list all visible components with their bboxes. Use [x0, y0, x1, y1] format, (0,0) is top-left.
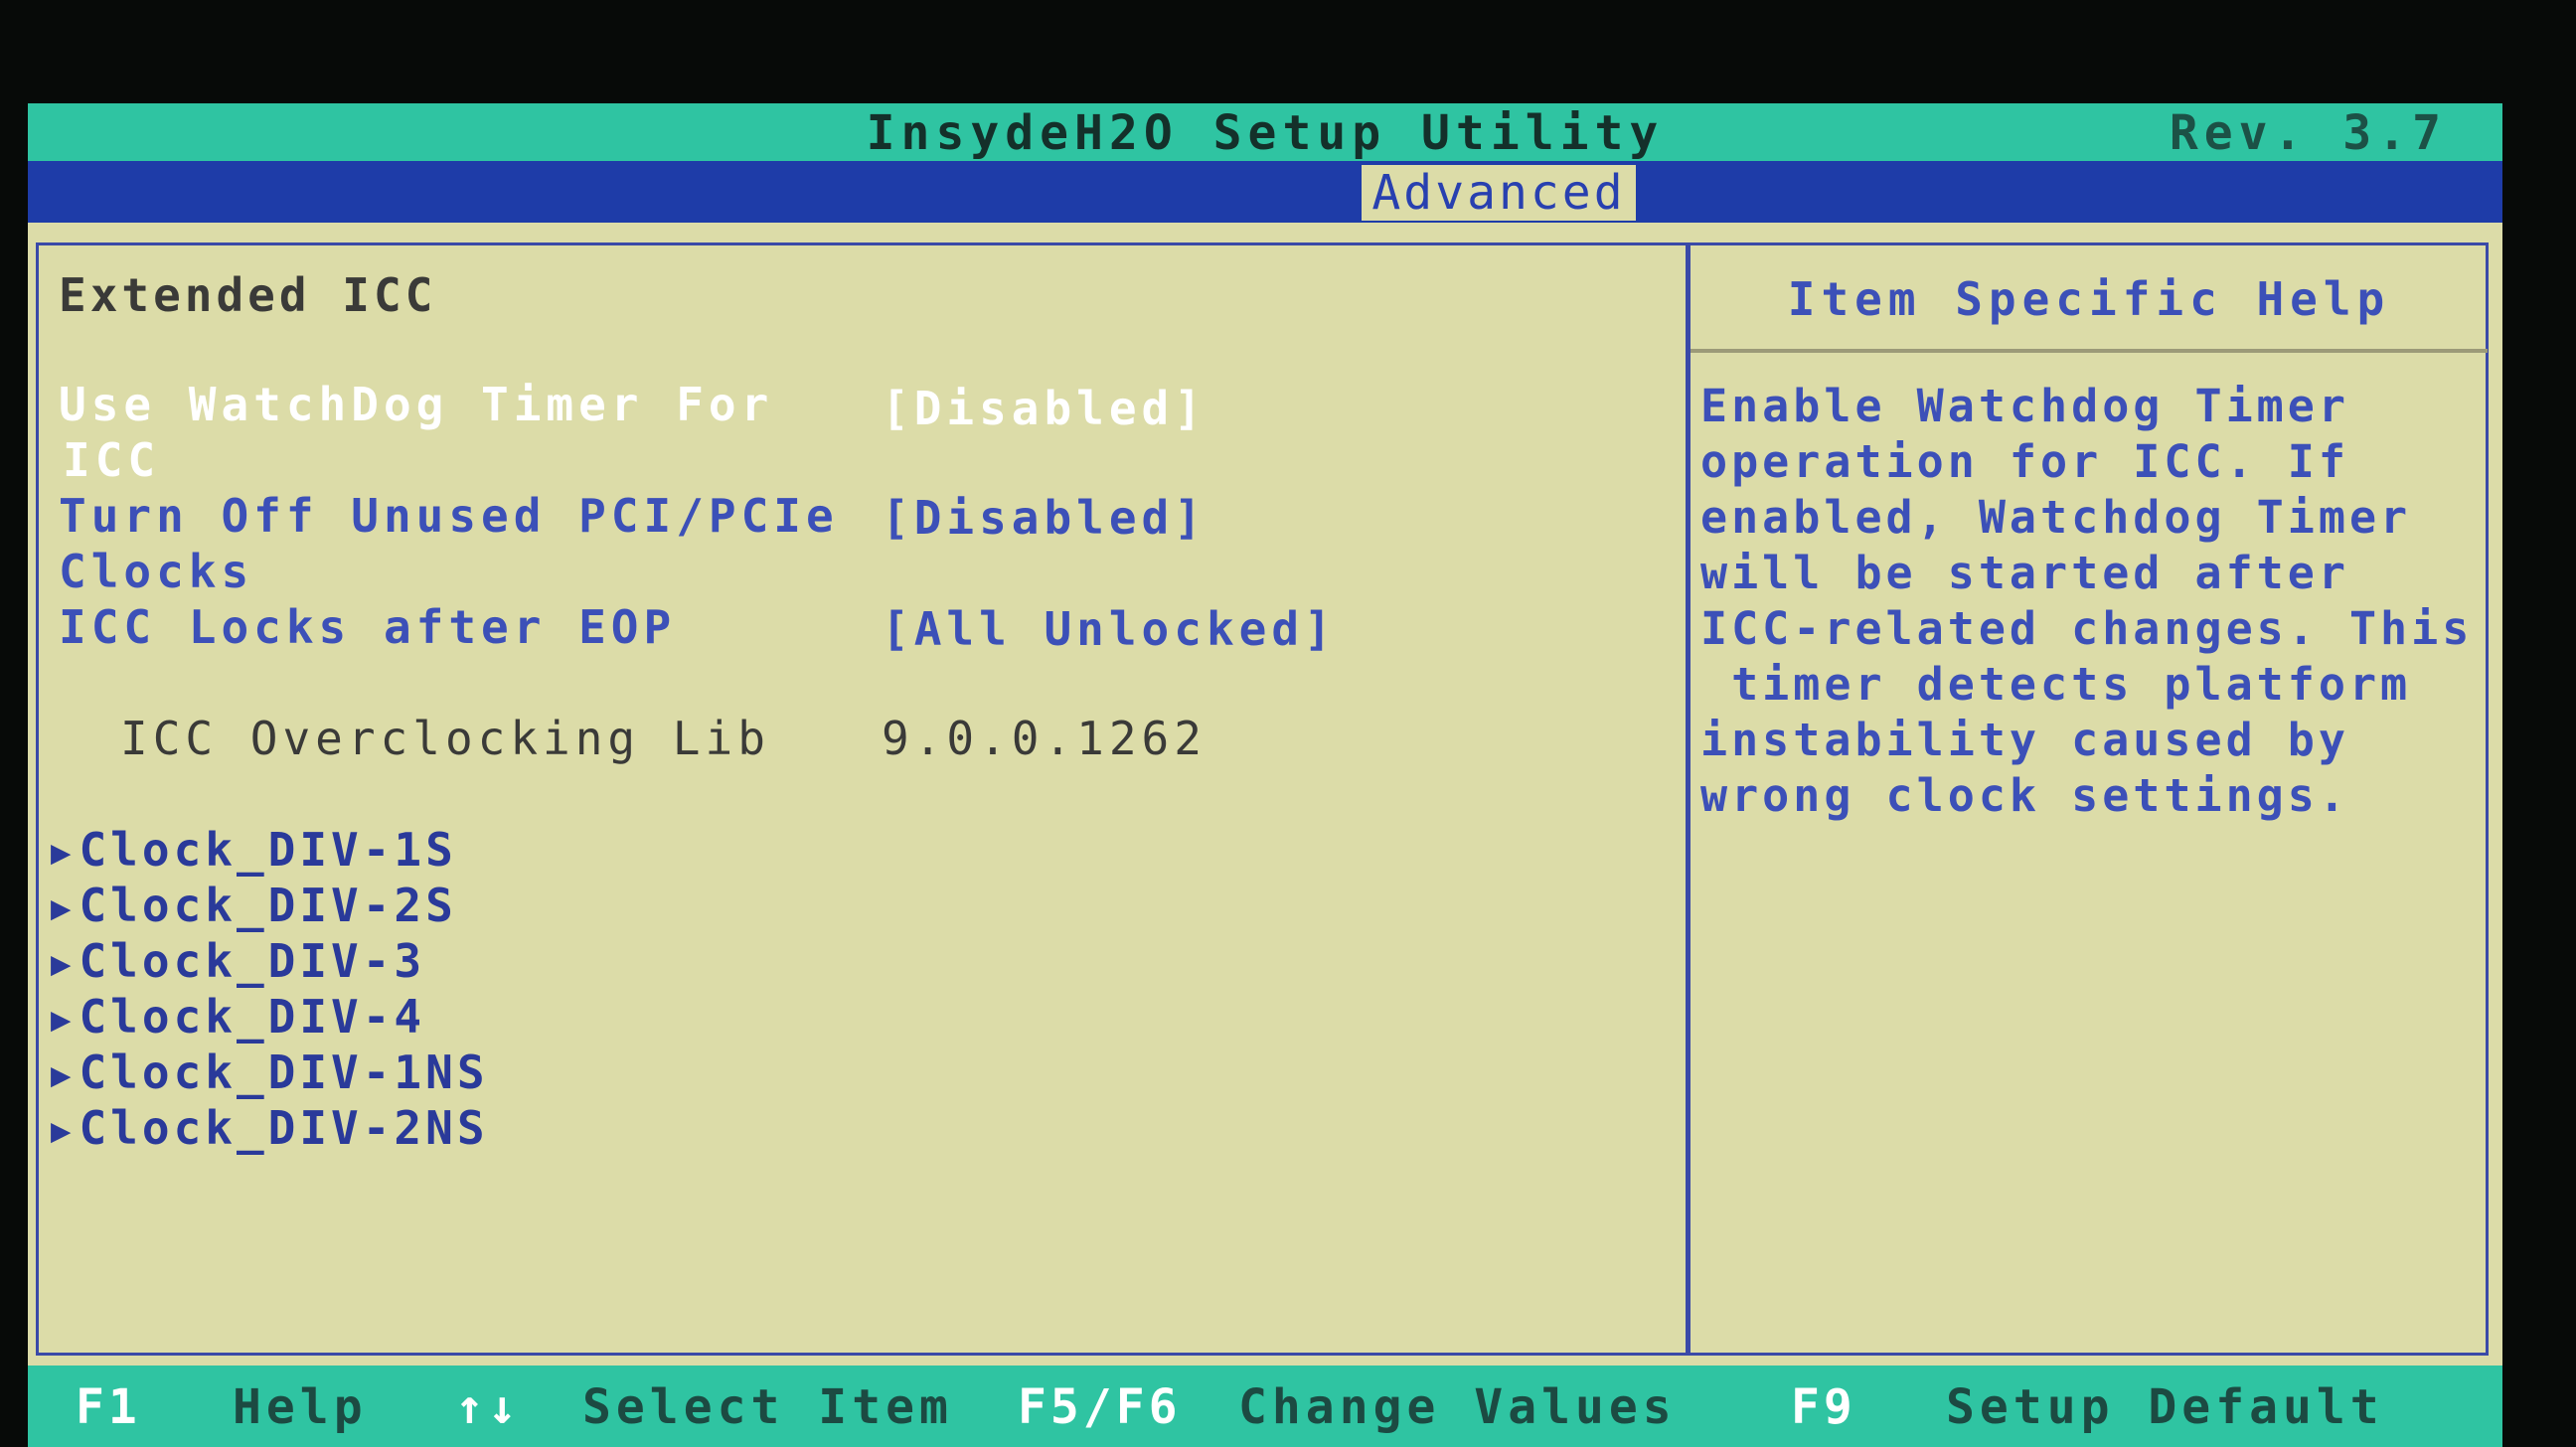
setting-unused-pci-clocks-value[interactable]: [Disabled]: [882, 490, 1207, 546]
key-f9-desc: Setup Default: [1946, 1379, 2384, 1435]
setting-icc-locks-label[interactable]: ICC Locks after EOP: [59, 599, 874, 655]
key-arrows-desc: Select Item: [582, 1379, 953, 1435]
key-f1-desc: Help: [233, 1379, 368, 1435]
submenu-clock-div-1ns[interactable]: ▶Clock_DIV-1NS: [51, 1045, 489, 1103]
submenu-label: Clock_DIV-1NS: [79, 1045, 489, 1099]
key-f5-f6: F5/F6: [1018, 1379, 1182, 1435]
submenu-clock-div-4[interactable]: ▶Clock_DIV-4: [51, 989, 425, 1047]
bios-screen: InsydeH2O Setup Utility Rev. 3.7 Advance…: [28, 103, 2502, 1447]
setting-label-line1: Use WatchDog Timer For: [59, 378, 774, 431]
tab-bar: Advanced: [28, 161, 2502, 223]
help-line: Enable Watchdog Timer: [1700, 380, 2349, 432]
section-title: Extended ICC: [59, 268, 437, 322]
help-title: Item Specific Help: [1787, 272, 2391, 326]
setting-label-line1: Turn Off Unused PCI/PCIe: [59, 489, 839, 543]
submenu-label: Clock_DIV-2NS: [79, 1101, 489, 1155]
setting-icc-locks-value[interactable]: [All Unlocked]: [882, 601, 1337, 657]
submenu-label: Clock_DIV-3: [79, 934, 426, 988]
help-line: operation for ICC. If: [1700, 435, 2349, 488]
key-f9: F9: [1791, 1379, 1856, 1435]
submenu-arrow-icon: ▶: [51, 833, 76, 873]
help-divider: [1690, 349, 2488, 353]
help-text: Enable Watchdog Timer operation for ICC.…: [1700, 379, 2486, 824]
setting-unused-pci-clocks-label[interactable]: Turn Off Unused PCI/PCIe Clocks: [59, 488, 874, 599]
submenu-arrow-icon: ▶: [51, 1055, 76, 1095]
setting-label-line2: ICC: [63, 433, 161, 487]
setting-watchdog-timer-value[interactable]: [Disabled]: [882, 381, 1207, 436]
submenu-label: Clock_DIV-1S: [79, 823, 457, 877]
tab-advanced[interactable]: Advanced: [1362, 165, 1636, 221]
submenu-clock-div-2s[interactable]: ▶Clock_DIV-2S: [51, 878, 457, 936]
submenu-clock-div-1s[interactable]: ▶Clock_DIV-1S: [51, 822, 457, 881]
help-line: timer detects platform: [1700, 658, 2412, 711]
submenu-arrow-icon: ▶: [51, 888, 76, 928]
app-title: InsydeH2O Setup Utility: [866, 105, 1665, 161]
help-line: wrong clock settings.: [1700, 769, 2349, 822]
revision-label: Rev. 3.7: [2169, 105, 2447, 161]
help-panel: Item Specific Help Enable Watchdog Timer…: [1686, 242, 2489, 1356]
title-bar: InsydeH2O Setup Utility Rev. 3.7: [28, 103, 2502, 161]
key-f5-f6-desc: Change Values: [1238, 1379, 1677, 1435]
help-line: instability caused by: [1700, 714, 2349, 766]
setting-watchdog-timer-label[interactable]: Use WatchDog Timer For ICC: [59, 377, 874, 488]
settings-panel: Extended ICC Use WatchDog Timer For ICC …: [36, 242, 1686, 1356]
help-line: ICC-related changes. This: [1700, 602, 2474, 655]
key-f1: F1: [76, 1379, 141, 1435]
submenu-label: Clock_DIV-4: [79, 990, 426, 1044]
submenu-arrow-icon: ▶: [51, 1111, 76, 1151]
submenu-label: Clock_DIV-2S: [79, 879, 457, 932]
icc-overclocking-lib-version: 9.0.0.1262: [882, 712, 1207, 765]
submenu-arrow-icon: ▶: [51, 1000, 76, 1040]
setting-label-line1: ICC Overclocking Lib: [120, 712, 770, 765]
setting-label-line1: ICC Locks after EOP: [59, 600, 677, 654]
setting-label-line2: Clocks: [59, 545, 254, 598]
icc-overclocking-lib-label: ICC Overclocking Lib: [120, 711, 856, 766]
submenu-arrow-icon: ▶: [51, 944, 76, 984]
key-arrows: ↑↓: [455, 1379, 521, 1435]
submenu-clock-div-2ns[interactable]: ▶Clock_DIV-2NS: [51, 1100, 489, 1159]
help-line: will be started after: [1700, 547, 2349, 599]
key-help-bar: F1 Help ↑↓ Select Item F5/F6 Change Valu…: [28, 1366, 2502, 1447]
help-line: enabled, Watchdog Timer: [1700, 491, 2412, 544]
submenu-clock-div-3[interactable]: ▶Clock_DIV-3: [51, 933, 425, 992]
